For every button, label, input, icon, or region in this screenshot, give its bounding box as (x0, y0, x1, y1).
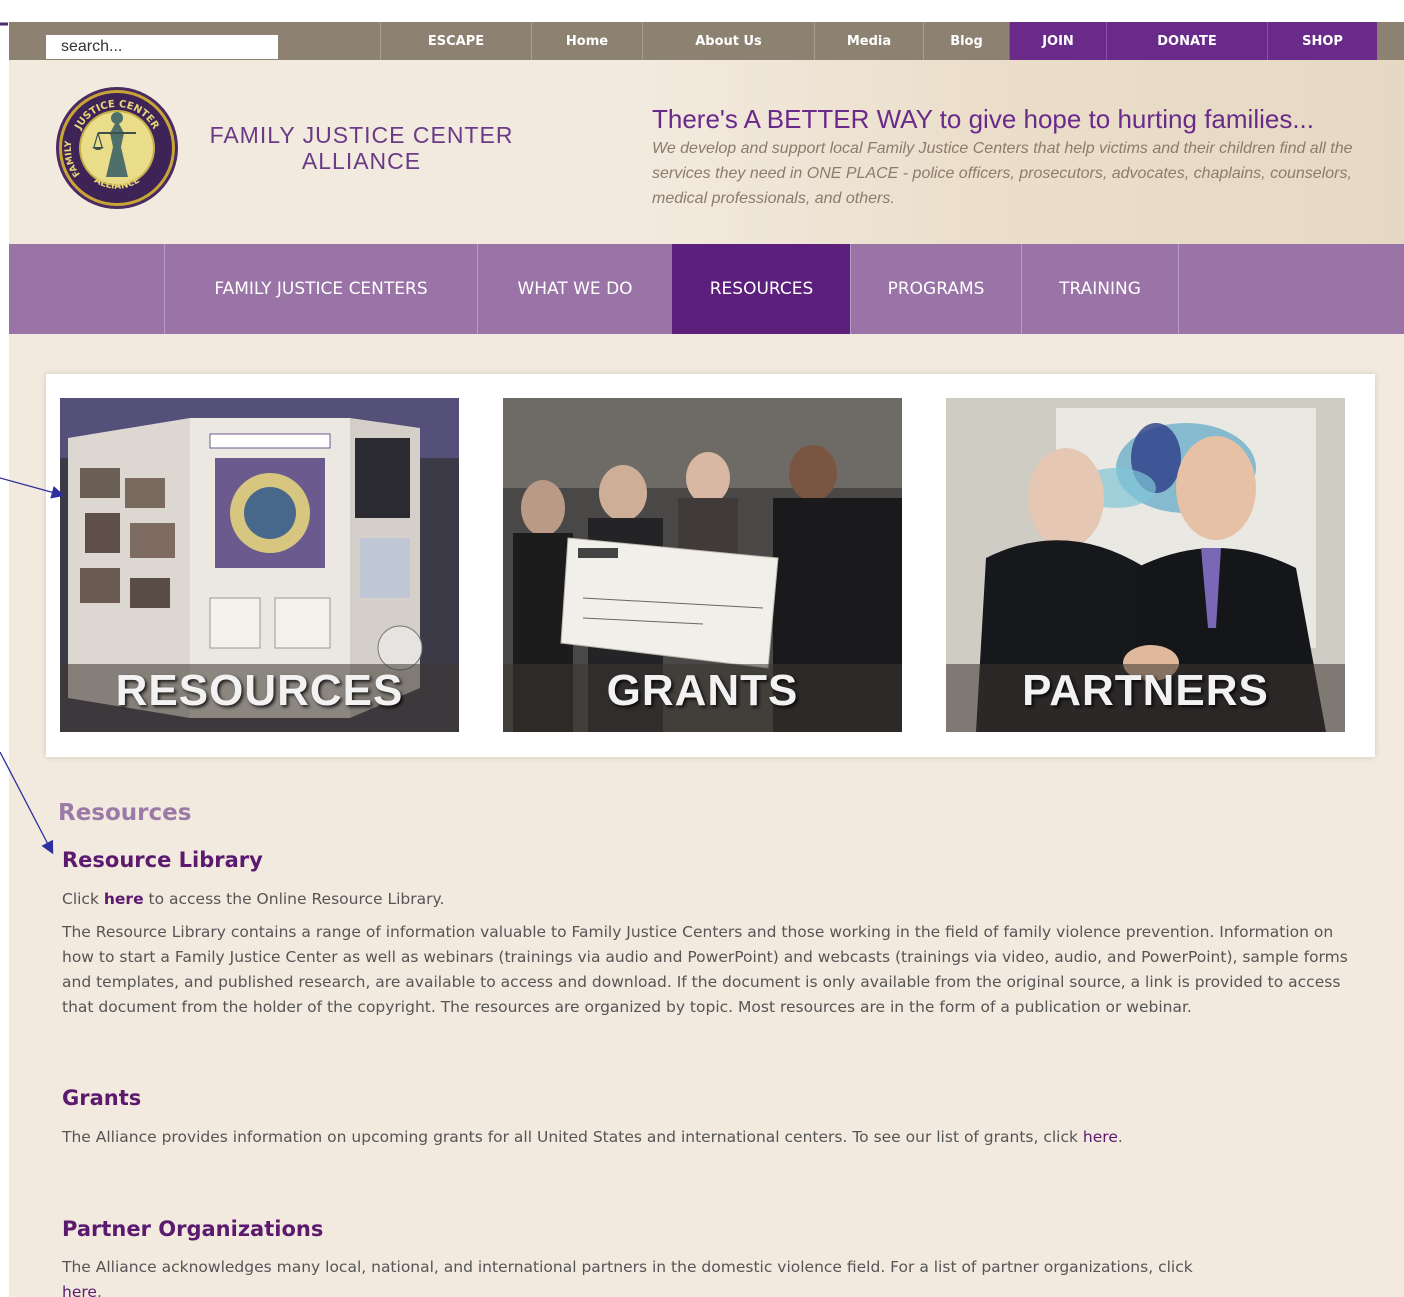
top-nav-join[interactable]: JOIN (1009, 22, 1106, 60)
top-utility-bar: ESCAPE Home About Us Media Blog JOIN DON… (9, 22, 1404, 60)
grants-text: The Alliance provides information on upc… (62, 1128, 1078, 1146)
top-nav-blog[interactable]: Blog (923, 22, 1009, 60)
click-suffix: to access the Online Resource Library. (148, 890, 445, 908)
org-name-line2: ALLIANCE (301, 148, 422, 174)
main-nav-programs[interactable]: PROGRAMS (850, 244, 1021, 334)
feature-partners-label: PARTNERS (1022, 666, 1269, 715)
top-nav-media[interactable]: Media (814, 22, 923, 60)
site-header: JUSTICE CENTER FAMILY ALLIANCE FAMILY JU… (9, 60, 1404, 244)
top-nav-about-us[interactable]: About Us (642, 22, 814, 60)
grants-description: The Alliance provides information on upc… (62, 1125, 1287, 1150)
resource-library-intro: Click here to access the Online Resource… (62, 887, 1352, 912)
page: ESCAPE Home About Us Media Blog JOIN DON… (9, 22, 1404, 1297)
resource-library-description: The Resource Library contains a range of… (62, 923, 1348, 1016)
feature-partners[interactable]: PARTNERS (946, 398, 1345, 732)
feature-panel: RESOURCES GRANTS PARTNERS (46, 374, 1375, 757)
partner-organizations-description: The Alliance acknowledges many local, na… (62, 1255, 1232, 1297)
main-navigation: FAMILY JUSTICE CENTERS WHAT WE DO RESOUR… (9, 244, 1404, 334)
feature-resources[interactable]: RESOURCES (60, 398, 459, 732)
grants-suffix: . (1117, 1128, 1123, 1146)
resource-library-heading: Resource Library (62, 848, 263, 872)
search-input[interactable] (46, 35, 278, 59)
top-nav-shop[interactable]: SHOP (1267, 22, 1377, 60)
feature-grants-label: GRANTS (606, 666, 799, 715)
click-prefix: Click (62, 890, 99, 908)
main-nav-family-justice-centers[interactable]: FAMILY JUSTICE CENTERS (164, 244, 477, 334)
feature-grants[interactable]: GRANTS (503, 398, 902, 732)
partners-text: The Alliance acknowledges many local, na… (62, 1258, 1193, 1276)
main-nav-resources[interactable]: RESOURCES (672, 244, 850, 334)
grants-link[interactable]: here (1083, 1128, 1118, 1146)
top-nav-home[interactable]: Home (531, 22, 642, 60)
resource-library-link[interactable]: here (104, 890, 144, 908)
top-nav-donate[interactable]: DONATE (1106, 22, 1267, 60)
section-title: Resources (58, 800, 192, 826)
main-nav-training[interactable]: TRAINING (1021, 244, 1179, 334)
feature-resources-label: RESOURCES (115, 666, 404, 715)
main-nav-what-we-do[interactable]: WHAT WE DO (477, 244, 672, 334)
grants-heading: Grants (62, 1086, 142, 1110)
alliance-seal-logo[interactable]: JUSTICE CENTER FAMILY ALLIANCE (54, 85, 180, 211)
partner-organizations-heading: Partner Organizations (62, 1217, 324, 1241)
partners-suffix: . (96, 1283, 102, 1297)
tagline-title: There's A BETTER WAY to give hope to hur… (652, 104, 1314, 134)
tagline-text: We develop and support local Family Just… (652, 140, 1353, 207)
partners-link[interactable]: here (62, 1283, 97, 1297)
org-name-line1: FAMILY JUSTICE CENTER (209, 122, 514, 148)
organization-name[interactable]: FAMILY JUSTICE CENTER ALLIANCE (189, 122, 534, 174)
top-nav-escape[interactable]: ESCAPE (380, 22, 531, 60)
